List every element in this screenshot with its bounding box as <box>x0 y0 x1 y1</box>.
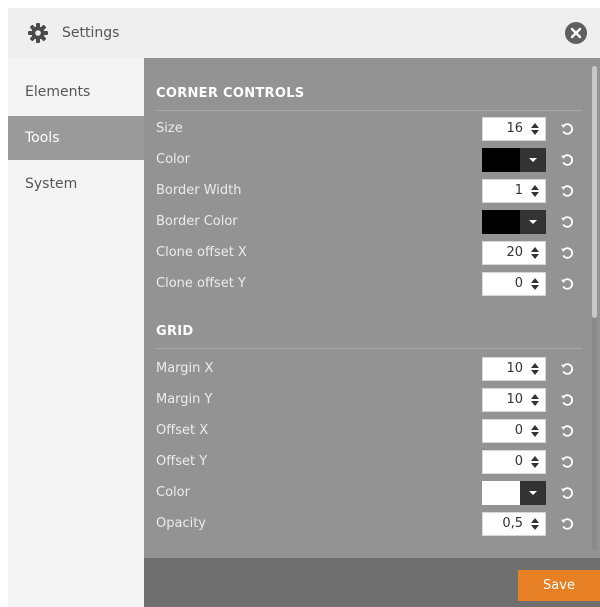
gear-icon <box>28 23 48 43</box>
color-swatch <box>482 148 520 172</box>
spinner-icon[interactable] <box>530 277 540 291</box>
close-icon <box>570 27 582 39</box>
section-divider <box>156 348 582 349</box>
clone-offset-x-label: Clone offset X <box>156 245 247 260</box>
reset-icon[interactable] <box>560 122 574 136</box>
sidebar-item-system[interactable]: System <box>8 162 144 206</box>
border-color-select[interactable] <box>482 210 546 234</box>
color-label: Color <box>156 152 190 167</box>
reset-icon[interactable] <box>560 362 574 376</box>
margin-x-label: Margin X <box>156 361 214 376</box>
opacity-input[interactable]: 0,5 <box>482 512 546 536</box>
opacity-label: Opacity <box>156 516 207 531</box>
clone-offset-y-input[interactable]: 0 <box>482 272 546 296</box>
scrollbar-thumb[interactable] <box>592 66 597 318</box>
sidebar-item-label: Elements <box>25 84 91 100</box>
offset-x-label: Offset X <box>156 423 209 438</box>
spinner-icon[interactable] <box>530 122 540 136</box>
spinner-icon[interactable] <box>530 455 540 469</box>
spinner-icon[interactable] <box>530 184 540 198</box>
offset-y-value: 0 <box>514 454 523 469</box>
title-bar: Settings <box>8 8 600 58</box>
close-button[interactable] <box>565 22 587 44</box>
dropdown-arrow-icon <box>529 220 537 224</box>
vertical-scrollbar[interactable] <box>592 66 597 550</box>
offset-y-input[interactable]: 0 <box>482 450 546 474</box>
reset-icon[interactable] <box>560 517 574 531</box>
section-divider <box>156 110 582 111</box>
color-select[interactable] <box>482 148 546 172</box>
spinner-icon[interactable] <box>530 246 540 260</box>
clone-offset-y-value: 0 <box>514 276 523 291</box>
margin-x-input[interactable]: 10 <box>482 357 546 381</box>
offset-x-input[interactable]: 0 <box>482 419 546 443</box>
offset-y-label: Offset Y <box>156 454 208 469</box>
reset-icon[interactable] <box>560 215 574 229</box>
clone-offset-y-label: Clone offset Y <box>156 276 246 291</box>
dropdown-arrow-icon <box>529 158 537 162</box>
border-width-label: Border Width <box>156 183 242 198</box>
dropdown-arrow-icon <box>529 491 537 495</box>
margin-y-label: Margin Y <box>156 392 213 407</box>
spinner-icon[interactable] <box>530 517 540 531</box>
color-swatch <box>482 481 520 505</box>
reset-icon[interactable] <box>560 184 574 198</box>
dropdown-button[interactable] <box>520 210 546 234</box>
dropdown-button[interactable] <box>520 148 546 172</box>
offset-x-value: 0 <box>514 423 523 438</box>
border-width-input[interactable]: 1 <box>482 179 546 203</box>
grid-color-label: Color <box>156 485 190 500</box>
margin-y-value: 10 <box>506 392 523 407</box>
margin-x-value: 10 <box>506 361 523 376</box>
reset-icon[interactable] <box>560 455 574 469</box>
clone-offset-x-input[interactable]: 20 <box>482 241 546 265</box>
dialog-title: Settings <box>62 25 120 41</box>
sidebar-item-elements[interactable]: Elements <box>8 70 144 114</box>
settings-dialog: Settings Elements Tools System CORNER CO… <box>8 8 600 607</box>
dialog-footer: Save <box>144 558 600 607</box>
spinner-icon[interactable] <box>530 424 540 438</box>
grid-color-select[interactable] <box>482 481 546 505</box>
sidebar-item-label: System <box>25 176 78 192</box>
reset-icon[interactable] <box>560 424 574 438</box>
dropdown-button[interactable] <box>520 481 546 505</box>
sidebar: Elements Tools System <box>8 58 144 607</box>
color-swatch <box>482 210 520 234</box>
border-color-label: Border Color <box>156 214 238 229</box>
reset-icon[interactable] <box>560 393 574 407</box>
reset-icon[interactable] <box>560 153 574 167</box>
spinner-icon[interactable] <box>530 393 540 407</box>
border-width-value: 1 <box>514 183 523 198</box>
size-label: Size <box>156 121 183 136</box>
reset-icon[interactable] <box>560 486 574 500</box>
size-value: 16 <box>506 121 523 136</box>
reset-icon[interactable] <box>560 246 574 260</box>
clone-offset-x-value: 20 <box>506 245 523 260</box>
opacity-value: 0,5 <box>502 516 523 531</box>
section-title-corner-controls: CORNER CONTROLS <box>156 86 305 101</box>
sidebar-item-tools[interactable]: Tools <box>8 116 144 160</box>
reset-icon[interactable] <box>560 277 574 291</box>
save-button[interactable]: Save <box>518 570 600 601</box>
sidebar-item-label: Tools <box>25 130 60 146</box>
settings-content: CORNER CONTROLS Size 16 Color Border Wid… <box>144 58 600 558</box>
size-input[interactable]: 16 <box>482 117 546 141</box>
section-title-grid: GRID <box>156 324 194 339</box>
spinner-icon[interactable] <box>530 362 540 376</box>
margin-y-input[interactable]: 10 <box>482 388 546 412</box>
